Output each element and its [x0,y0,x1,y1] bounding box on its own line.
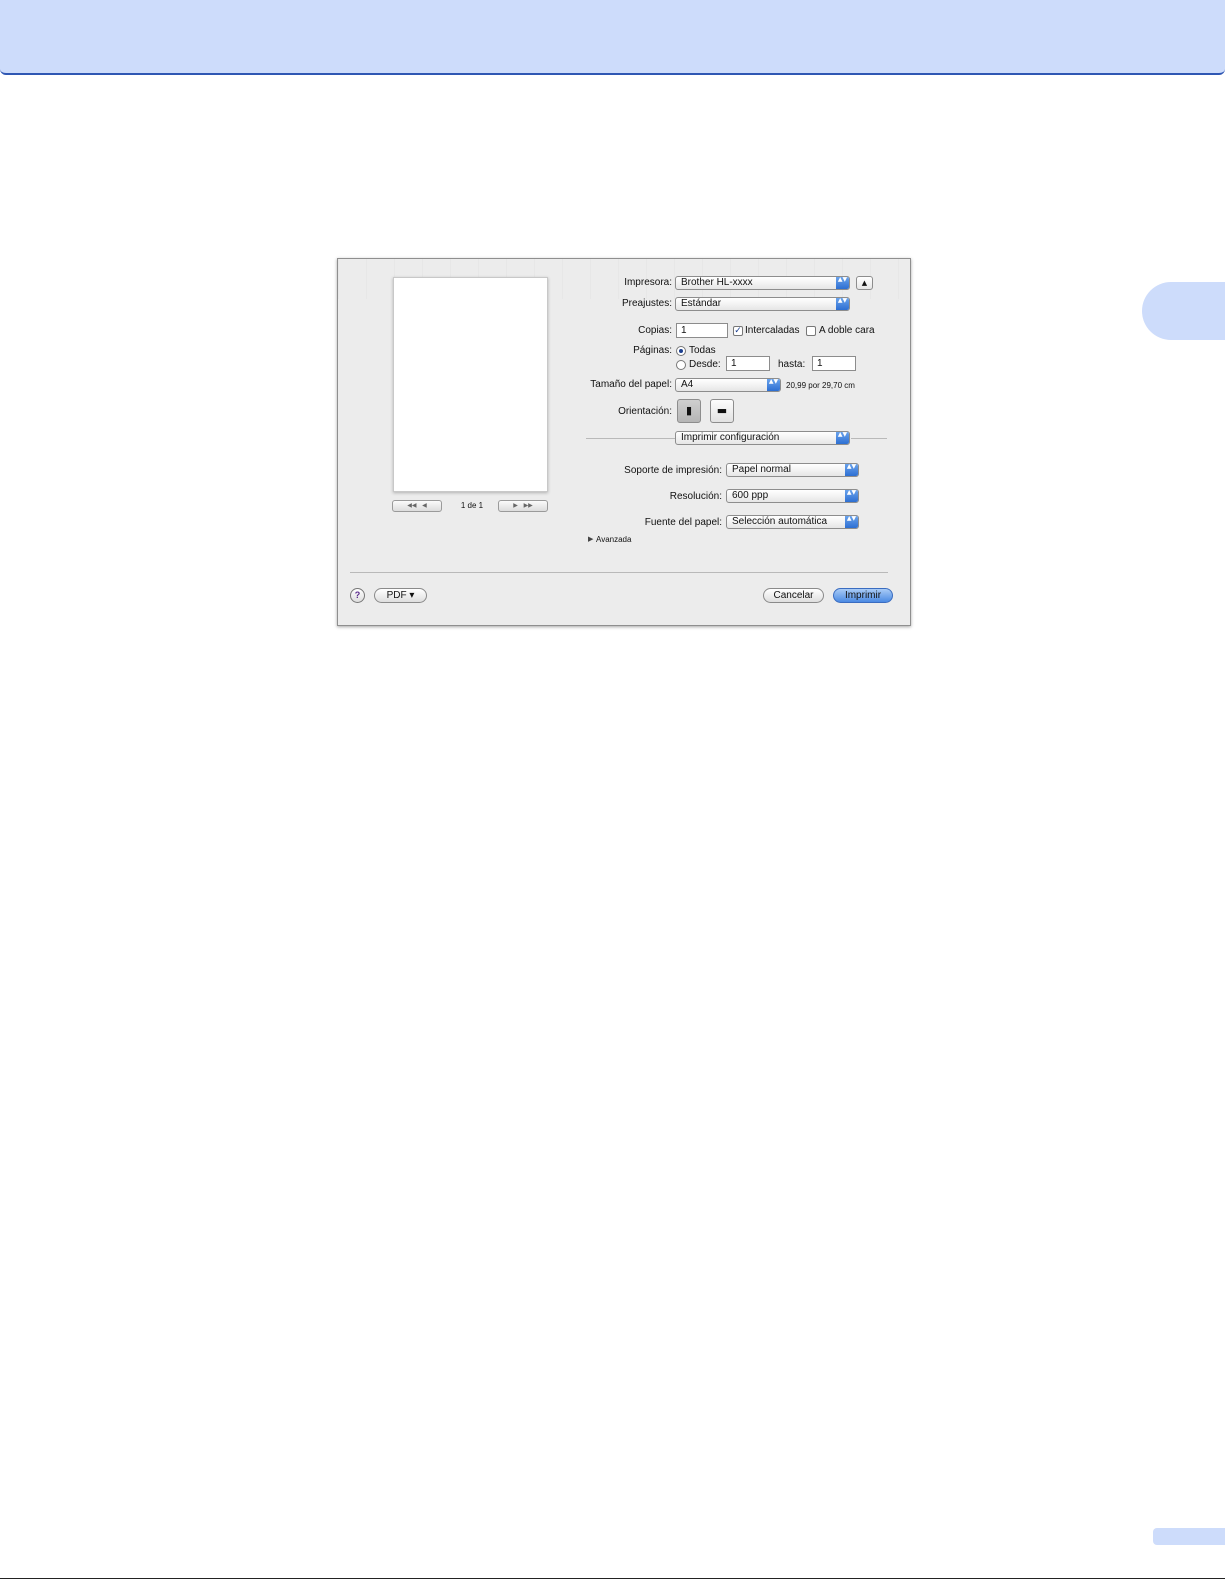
popup-arrows-icon: ▲▼ [845,464,858,476]
section-divider-right [851,438,887,439]
pages-to-field[interactable]: 1 [812,356,856,371]
portrait-orientation-button[interactable]: ▮ [677,399,701,423]
copies-field[interactable]: 1 [676,323,728,338]
advanced-label[interactable]: Avanzada [596,533,631,546]
pages-range-radio[interactable] [676,360,686,370]
media-type-label: Soporte de impresión: [624,465,722,476]
next-page-icon[interactable]: ▶ [513,502,518,509]
pages-from-label[interactable]: Desde: [689,358,721,371]
popup-arrows-icon: ▲▼ [845,490,858,502]
paper-source-popup[interactable]: Selección automática ▲▼ [726,515,859,529]
print-preview-page [393,277,548,492]
paper-size-value: A4 [681,379,694,390]
popup-arrows-icon: ▲▼ [836,277,849,289]
print-button[interactable]: Imprimir [833,588,893,603]
pages-from-field[interactable]: 1 [726,356,770,371]
duplex-label[interactable]: A doble cara [819,324,875,337]
resolution-value: 600 ppp [732,490,769,501]
footer-rule [0,1578,1225,1579]
chapter-tab [1142,282,1225,340]
previous-page-icon[interactable]: ◀ [422,502,427,509]
first-page-icon[interactable]: ◀◀ [407,502,416,509]
printer-label: Impresora: [624,277,672,288]
printer-value: Brother HL-xxxx [681,277,753,288]
paper-size-label: Tamaño del papel: [590,379,672,390]
pages-all-radio[interactable] [676,346,686,356]
printer-popup[interactable]: Brother HL-xxxx ▲▼ [675,276,850,290]
last-page-icon[interactable]: ▶▶ [524,502,533,509]
page-header-band [0,0,1225,75]
first-last-page-buttons[interactable]: ◀◀ ◀ [392,500,442,512]
page-number-tab [1153,1528,1225,1545]
collated-label[interactable]: Intercaladas [745,324,799,337]
collapse-details-button[interactable]: ▲ [856,276,873,290]
panel-selector-popup[interactable]: Imprimir configuración ▲▼ [675,431,850,445]
landscape-icon: ▬ [716,404,728,417]
paper-size-popup[interactable]: A4 ▲▼ [675,378,781,392]
next-last-page-buttons[interactable]: ▶ ▶▶ [498,500,548,512]
portrait-icon: ▮ [685,404,693,417]
orientation-label: Orientación: [618,406,672,417]
paper-source-value: Selección automática [732,516,828,527]
popup-arrows-icon: ▲▼ [767,379,780,391]
duplex-checkbox[interactable] [806,326,816,336]
pages-to-label: hasta: [778,359,806,370]
help-button[interactable]: ? [350,588,365,603]
popup-arrows-icon: ▲▼ [845,516,858,528]
landscape-orientation-button[interactable]: ▬ [710,399,734,423]
presets-value: Estándar [681,298,722,309]
check-mark-icon: ✓ [734,326,742,336]
collapse-triangle-icon: ▲ [861,279,868,287]
resolution-popup[interactable]: 600 ppp ▲▼ [726,489,859,503]
bottom-divider [350,572,888,573]
pages-all-label[interactable]: Todas [689,344,716,357]
pdf-button[interactable]: PDF ▾ [374,588,427,603]
copies-label: Copias: [638,325,672,336]
resolution-label: Resolución: [669,491,722,502]
pages-label: Páginas: [633,345,672,356]
media-type-value: Papel normal [732,464,791,475]
advanced-disclosure-icon[interactable]: ▶ [588,533,593,545]
popup-arrows-icon: ▲▼ [836,432,849,444]
collated-checkbox[interactable]: ✓ [733,326,743,336]
paper-dimensions: 20,99 por 29,70 cm [786,381,855,390]
section-divider-left [586,438,676,439]
panel-selector-value: Imprimir configuración [681,432,780,443]
popup-arrows-icon: ▲▼ [836,298,849,310]
cancel-button[interactable]: Cancelar [763,588,824,603]
presets-popup[interactable]: Estándar ▲▼ [675,297,850,311]
paper-source-label: Fuente del papel: [644,517,722,528]
print-dialog: ◀◀ ◀ 1 de 1 ▶ ▶▶ Impresora: Brother HL-x… [337,258,911,626]
presets-label: Preajustes: [621,298,672,309]
page-counter: 1 de 1 [460,501,484,510]
media-type-popup[interactable]: Papel normal ▲▼ [726,463,859,477]
